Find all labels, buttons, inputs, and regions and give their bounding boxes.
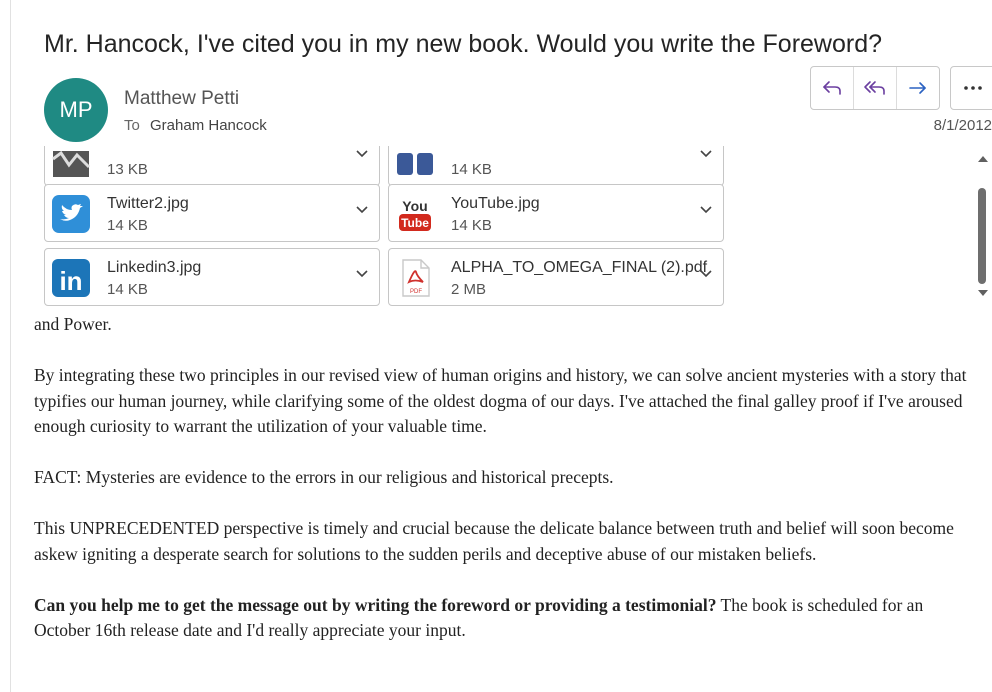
attachment-card[interactable]: 14 KB — [388, 146, 724, 186]
scroll-down-icon[interactable] — [977, 288, 989, 298]
body-paragraph: Can you help me to get the message out b… — [34, 593, 982, 644]
reply-all-icon — [864, 81, 885, 95]
attachment-size: 14 KB — [107, 281, 148, 298]
left-divider — [10, 0, 11, 692]
linkedin-icon: in — [52, 259, 90, 297]
image-icon — [52, 150, 91, 177]
attachment-name: YouTube.jpg — [451, 195, 540, 212]
svg-text:PDF: PDF — [410, 289, 422, 295]
attachment-name: Linkedin3.jpg — [107, 259, 202, 276]
avatar-initials: MP — [59, 97, 93, 122]
body-bold-question: Can you help me to get the message out b… — [34, 594, 717, 615]
body-paragraph: This UNPRECEDENTED perspective is timely… — [34, 518, 954, 564]
body-paragraph: and Power. — [34, 314, 112, 334]
attachments-scrollbar[interactable] — [975, 150, 990, 306]
forward-icon — [909, 82, 926, 94]
sender-name[interactable]: Matthew Petti — [124, 88, 239, 110]
sent-date: 8/1/2012 — [933, 117, 992, 134]
attachment-card[interactable]: Twitter2.jpg 14 KB — [44, 184, 380, 242]
attachment-size: 14 KB — [451, 161, 492, 178]
body-paragraph: FACT: Mysteries are evidence to the erro… — [34, 467, 614, 487]
chevron-down-icon[interactable] — [699, 205, 713, 215]
reply-all-button[interactable] — [854, 67, 897, 109]
reply-button[interactable] — [811, 67, 854, 109]
recipient-line: To Graham Hancock — [124, 117, 267, 134]
more-icon — [964, 86, 982, 90]
chevron-down-icon[interactable] — [699, 149, 713, 159]
recipient-name[interactable]: Graham Hancock — [150, 117, 267, 134]
svg-text:in: in — [59, 266, 82, 296]
attachment-name: Twitter2.jpg — [107, 195, 189, 212]
scrollbar-thumb[interactable] — [978, 188, 986, 284]
twitter-icon — [52, 195, 90, 233]
more-button[interactable] — [950, 66, 992, 110]
facebook-icon — [397, 153, 433, 175]
youtube-icon: You Tube — [399, 198, 431, 231]
chevron-down-icon[interactable] — [355, 205, 369, 215]
attachment-size: 14 KB — [107, 217, 148, 234]
message-actions — [810, 66, 940, 110]
forward-button[interactable] — [897, 67, 939, 109]
chevron-down-icon[interactable] — [699, 269, 713, 279]
chevron-down-icon[interactable] — [355, 149, 369, 159]
attachment-card[interactable]: in Linkedin3.jpg 14 KB — [44, 248, 380, 306]
attachment-card[interactable]: 13 KB — [44, 146, 380, 186]
attachment-card[interactable]: You Tube YouTube.jpg 14 KB — [388, 184, 724, 242]
email-subject: Mr. Hancock, I've cited you in my new bo… — [44, 30, 883, 58]
scroll-up-icon[interactable] — [977, 154, 989, 164]
email-body: and Power. By integrating these two prin… — [34, 312, 982, 669]
attachment-size: 14 KB — [451, 217, 492, 234]
reply-icon — [823, 81, 841, 95]
chevron-down-icon[interactable] — [355, 269, 369, 279]
avatar[interactable]: MP — [44, 78, 108, 142]
attachments-list: 13 KB 14 KB Twitter2.jpg 14 KB You Tube … — [0, 146, 992, 310]
attachment-name: ALPHA_TO_OMEGA_FINAL (2).pdf — [451, 259, 708, 276]
body-paragraph: By integrating these two principles in o… — [34, 365, 967, 436]
svg-text:You: You — [402, 198, 427, 214]
attachment-card[interactable]: PDF ALPHA_TO_OMEGA_FINAL (2).pdf 2 MB — [388, 248, 724, 306]
attachment-size: 13 KB — [107, 161, 148, 178]
pdf-icon: PDF — [402, 259, 430, 297]
svg-text:Tube: Tube — [401, 216, 429, 230]
attachment-size: 2 MB — [451, 281, 487, 298]
to-label: To — [124, 117, 140, 134]
